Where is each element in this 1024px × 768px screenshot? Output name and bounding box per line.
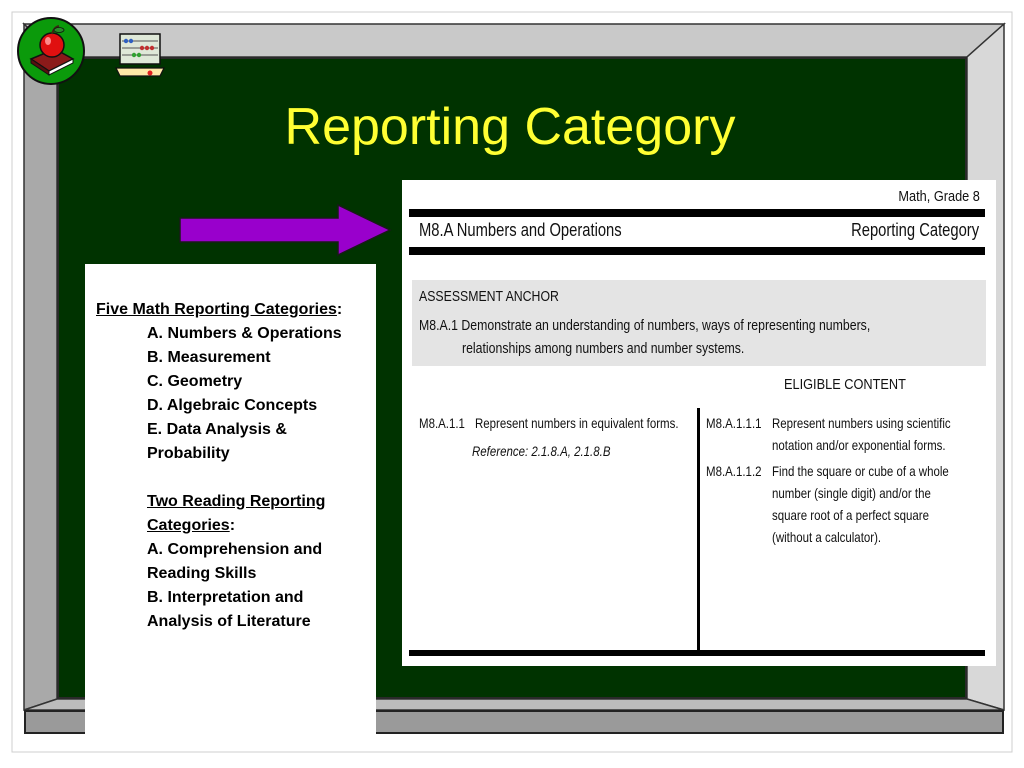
eligible-2-line-4: (without a calculator). [772, 529, 882, 545]
anchor-text-line-1: M8.A.1 Demonstrate an understanding of n… [419, 317, 871, 334]
anchor-heading: ASSESSMENT ANCHOR [419, 288, 559, 305]
reading-heading-colon: : [229, 517, 236, 534]
eligible-content-text-1: Represent numbers using scientific notat… [772, 412, 951, 456]
math-category-b: B. Measurement [147, 349, 271, 366]
slide-title: Reporting Category [284, 98, 736, 156]
eligible-2-line-1: Find the square or cube of a whole [772, 463, 949, 479]
reading-category-b: B. Interpretation and Analysis of Litera… [147, 589, 311, 630]
descriptor-code: M8.A.1.1 [419, 415, 465, 431]
reading-category-a: A. Comprehension and Reading Skills [147, 541, 323, 582]
assessment-anchor-document: Math, Grade 8 M8.A Numbers and Operation… [402, 180, 996, 666]
abacus-icon [115, 33, 165, 77]
reading-categories-heading: Two Reading Reporting Categories: [96, 490, 366, 538]
math-heading-colon: : [336, 301, 343, 318]
math-categories-heading: Five Math Reporting Categories: [96, 298, 366, 322]
math-category-c: C. Geometry [147, 373, 243, 390]
reporting-categories-panel: Five Math Reporting Categories: A. Numbe… [85, 264, 376, 735]
doc-rule-bottom [409, 650, 985, 656]
eligible-content-text-2: Find the square or cube of a whole numbe… [772, 460, 949, 548]
eligible-content-code-1: M8.A.1.1.1 [706, 415, 762, 431]
math-category-d: D. Algebraic Concepts [147, 397, 318, 414]
anchor-text-line-2: relationships among numbers and number s… [462, 340, 745, 357]
descriptor-reference: Reference: 2.1.8.A, 2.1.8.B [472, 443, 611, 459]
doc-section-tag: Reporting Category [851, 220, 979, 240]
eligible-1-line-2: notation and/or exponential forms. [772, 437, 946, 453]
math-category-e: E. Data Analysis & Probability [147, 421, 287, 462]
column-divider [697, 408, 700, 652]
apple-on-book-icon [17, 17, 85, 85]
doc-rule-top [409, 209, 985, 217]
math-category-a: A. Numbers & Operations [147, 325, 342, 342]
eligible-content-heading: ELIGIBLE CONTENT [784, 376, 906, 393]
eligible-content-code-2: M8.A.1.1.2 [706, 463, 762, 479]
eligible-2-line-2: number (single digit) and/or the [772, 485, 931, 501]
math-heading-text: Five Math Reporting Categories [96, 301, 337, 318]
reading-heading-text: Two Reading Reporting Categories [147, 493, 326, 534]
eligible-1-line-1: Represent numbers using scientific [772, 415, 951, 431]
eligible-2-line-3: square root of a perfect square [772, 507, 929, 523]
doc-rule-middle [409, 247, 985, 255]
arrow-right-icon [179, 203, 392, 257]
doc-grade-label: Math, Grade 8 [898, 188, 980, 205]
descriptor-text: Represent numbers in equivalent forms. [475, 415, 679, 431]
doc-section-title: M8.A Numbers and Operations [419, 220, 622, 240]
assessment-anchor-box: ASSESSMENT ANCHOR M8.A.1 Demonstrate an … [412, 280, 986, 366]
